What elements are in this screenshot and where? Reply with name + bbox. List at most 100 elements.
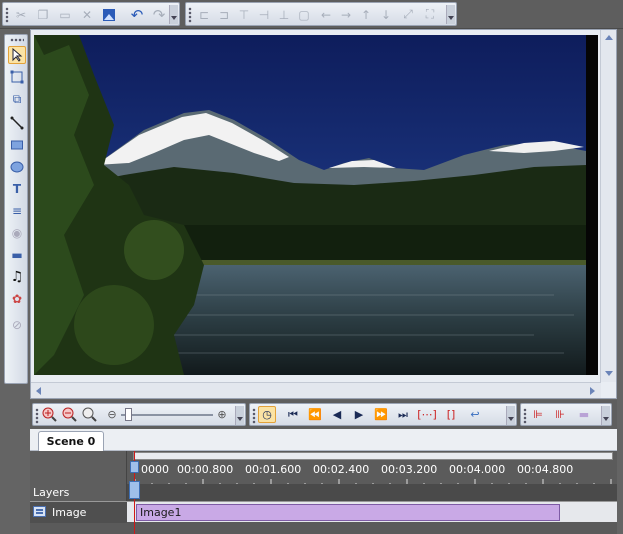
- mark-out-icon[interactable]: ⊪: [551, 406, 569, 423]
- play-icon[interactable]: ▶: [350, 406, 368, 423]
- mark-in-icon[interactable]: ⊫: [529, 406, 547, 423]
- copy-icon[interactable]: ❐: [34, 6, 52, 23]
- toolbar-overflow-chevron[interactable]: [601, 406, 610, 425]
- nudge-up-icon[interactable]: ↑: [357, 6, 375, 23]
- text-icon[interactable]: T: [8, 180, 26, 198]
- align-center-icon[interactable]: ⊐: [215, 6, 233, 23]
- nudge-right-icon[interactable]: →: [337, 6, 355, 23]
- zoom-toolbar: ⊖ ⊕: [32, 403, 246, 426]
- align-toolbar: ⊏ ⊐ ⊤ ⊣ ⊥ ▢ ← → ↑ ↓ ⤢ ⛶: [185, 2, 457, 26]
- loop-icon[interactable]: [⋯]: [417, 406, 437, 423]
- app-window: ✂ ❐ ▭ ✕ ↶ ↷ ⊏ ⊐ ⊤ ⊣ ⊥ ▢ ← → ↑ ↓ ⤢ ⛶ ⧉ T …: [0, 0, 623, 534]
- delete-icon[interactable]: ✕: [78, 6, 96, 23]
- align-top-icon[interactable]: ⊤: [235, 6, 253, 23]
- go-start-icon[interactable]: ⏮: [284, 406, 302, 423]
- stage-image[interactable]: [34, 35, 598, 375]
- button-icon[interactable]: ▬: [8, 246, 26, 264]
- image-icon[interactable]: [100, 6, 118, 23]
- align-bottom-icon[interactable]: ⊥: [275, 6, 293, 23]
- nudge-left-icon[interactable]: ←: [317, 6, 335, 23]
- fast-forward-icon[interactable]: ⏩: [372, 406, 390, 423]
- tools-panel: ⧉ T ≡ ◉ ▬ ♫ ✿ ⊘: [4, 34, 28, 384]
- paste-icon[interactable]: ▭: [56, 6, 74, 23]
- ruler-tick-label: 00:02.400: [313, 463, 370, 476]
- empty-layer-row: [30, 523, 617, 534]
- layer-name: Image: [52, 506, 87, 519]
- scroll-right-arrow[interactable]: [590, 387, 595, 395]
- toolbar-overflow-chevron[interactable]: [446, 5, 455, 24]
- zoom-in-icon[interactable]: [41, 406, 59, 423]
- top-toolbar-strip: ✂ ❐ ▭ ✕ ↶ ↷ ⊏ ⊐ ⊤ ⊣ ⊥ ▢ ← → ↑ ↓ ⤢ ⛶: [0, 0, 623, 29]
- zoom-minus-icon[interactable]: ⊖: [103, 406, 121, 423]
- music-icon[interactable]: ♫: [8, 268, 26, 286]
- ruler-tick-label: 00:01.600: [245, 463, 302, 476]
- align-left-icon[interactable]: ⊏: [195, 6, 213, 23]
- play-back-icon[interactable]: ◀: [328, 406, 346, 423]
- tab-scene-0[interactable]: Scene 0: [38, 431, 104, 451]
- scene-tab-strip: Scene 0: [30, 429, 617, 451]
- ruler-track: [127, 484, 617, 501]
- edit-toolbar: ✂ ❐ ▭ ✕ ↶ ↷: [2, 2, 180, 26]
- mountain-lake-photo: [34, 35, 598, 375]
- layer-name-cell[interactable]: Image: [30, 502, 127, 523]
- group-icon[interactable]: ▢: [295, 6, 313, 23]
- time-ruler[interactable]: 0000 00:00.800 00:01.600 00:02.400 00:03…: [127, 451, 617, 501]
- toolbar-grip[interactable]: [252, 408, 256, 424]
- playhead-handle[interactable]: [130, 461, 139, 473]
- ruler-tick-label: 00:04.000: [449, 463, 506, 476]
- scroll-down-arrow[interactable]: [605, 371, 613, 376]
- horizontal-scrollbar[interactable]: [31, 382, 601, 398]
- line-icon[interactable]: [8, 114, 26, 132]
- nudge-down-icon[interactable]: ↓: [377, 6, 395, 23]
- zoom-out-icon[interactable]: [61, 406, 79, 423]
- mask-icon[interactable]: ⊘: [8, 316, 26, 334]
- trim-icon[interactable]: ▬: [575, 406, 593, 423]
- globe-icon[interactable]: ◉: [8, 224, 26, 242]
- toolbar-grip[interactable]: [188, 7, 192, 23]
- time-range-bar[interactable]: [133, 452, 613, 460]
- timeline-rows: Layers 0000 00:00.800 00:01.600 00:02.40…: [30, 451, 617, 534]
- timeline-clip[interactable]: Image1: [136, 504, 560, 521]
- toolbar-grip[interactable]: [5, 7, 9, 23]
- scroll-left-arrow[interactable]: [36, 387, 41, 395]
- back-icon[interactable]: ↩: [466, 406, 484, 423]
- zoom-100-icon[interactable]: [81, 406, 99, 423]
- scroll-up-arrow[interactable]: [605, 35, 613, 40]
- playhead-marker[interactable]: [129, 481, 140, 499]
- toolbar-overflow-chevron[interactable]: [235, 406, 244, 425]
- zoom-slider-thumb[interactable]: [125, 408, 132, 421]
- rectangle-icon[interactable]: [8, 136, 26, 154]
- format-icon[interactable]: ≡: [8, 202, 26, 220]
- timeline-toolbar-strip: ⊖ ⊕ ◷ ⏮ ⏪ ◀ ▶ ⏩ ⏭ [⋯] [] ↩ ⊫ ⊪ ▬: [30, 400, 617, 429]
- snap-icon[interactable]: ◷: [258, 406, 276, 423]
- select-arrow-icon[interactable]: [8, 46, 26, 64]
- fit-icon[interactable]: ⛶: [421, 6, 439, 23]
- transform-icon[interactable]: [8, 68, 26, 86]
- undo-icon[interactable]: ↶: [128, 6, 146, 24]
- toolbar-grip[interactable]: [35, 408, 39, 424]
- cut-icon[interactable]: ✂: [12, 6, 30, 23]
- toolbar-overflow-chevron[interactable]: [506, 406, 515, 425]
- zoom-slider[interactable]: [121, 414, 213, 416]
- align-right-icon[interactable]: ⊣: [255, 6, 273, 23]
- step-back-icon[interactable]: ⏪: [306, 406, 324, 423]
- crop-icon[interactable]: ⧉: [8, 90, 26, 108]
- ruler-tick-label: 00:04.800: [517, 463, 574, 476]
- go-end-icon[interactable]: ⏭: [394, 406, 412, 423]
- clip-label: Image1: [140, 506, 182, 519]
- redo-icon[interactable]: ↷: [150, 6, 168, 24]
- ellipse-icon[interactable]: [8, 158, 26, 176]
- layer-row-image[interactable]: Image Image1: [30, 501, 617, 523]
- toolbar-grip[interactable]: [10, 38, 24, 42]
- resize-icon[interactable]: ⤢: [399, 6, 417, 23]
- effects-icon[interactable]: ✿: [8, 290, 26, 308]
- image-layer-icon: [33, 506, 46, 517]
- marker-toolbar: ⊫ ⊪ ▬: [520, 403, 612, 426]
- toolbar-grip[interactable]: [523, 408, 527, 424]
- ruler-tick-label: 0000: [141, 463, 169, 476]
- toolbar-overflow-chevron[interactable]: [169, 5, 178, 24]
- canvas-area: [30, 29, 617, 399]
- vertical-scrollbar[interactable]: [600, 30, 616, 382]
- zoom-plus-icon[interactable]: ⊕: [213, 406, 231, 423]
- range-icon[interactable]: []: [442, 406, 460, 423]
